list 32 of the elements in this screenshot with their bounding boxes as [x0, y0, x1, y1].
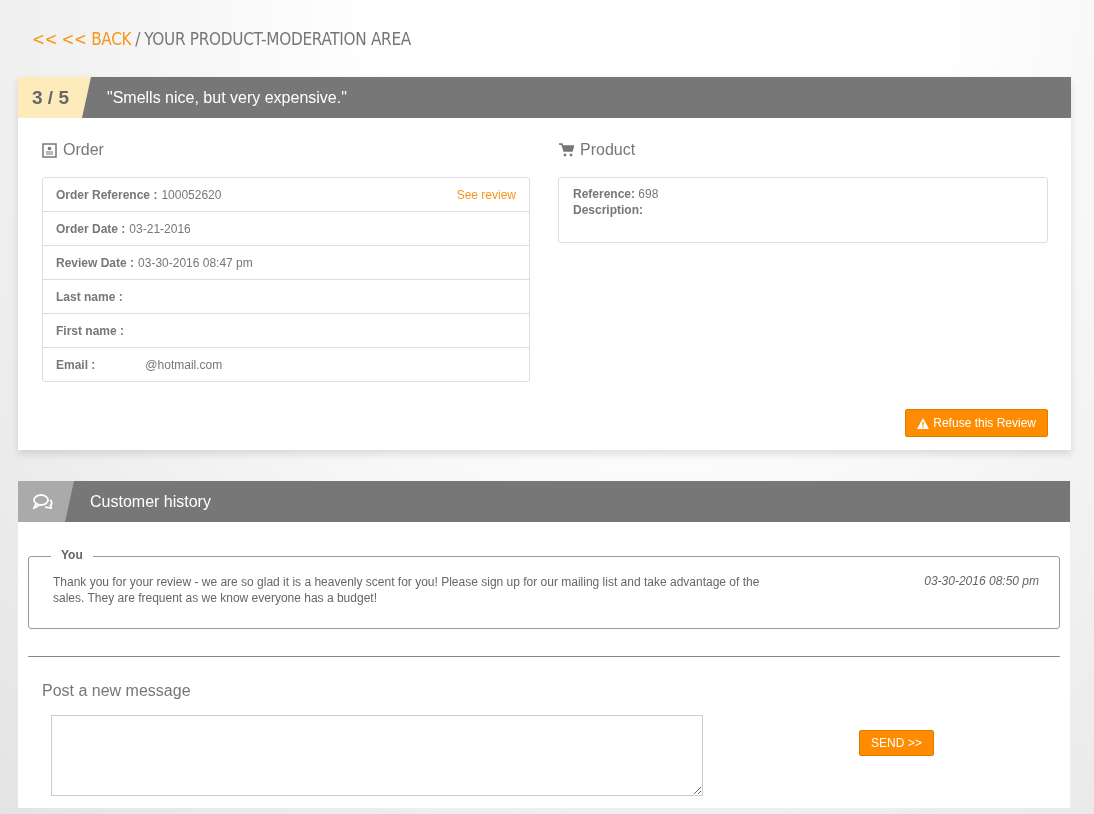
section-heading: Order: [63, 141, 104, 159]
field-label: First name :: [56, 323, 124, 338]
cart-icon: [558, 143, 574, 157]
chat-bubbles-icon: [33, 493, 53, 510]
field-label: Order Date :: [56, 221, 126, 236]
field-value: 100052620: [161, 187, 222, 202]
history-title: Customer history: [89, 492, 211, 511]
review-title: "Smells nice, but very expensive.": [106, 88, 347, 107]
field-label: Review Date :: [56, 255, 135, 270]
field-value: 03-30-2016 08:47 pm: [138, 255, 253, 270]
post-message-label: Post a new message: [42, 682, 192, 700]
rating-badge: 3 / 5: [18, 77, 91, 118]
field-label: Last name :: [56, 289, 123, 304]
product-field: Reference: 698: [573, 186, 1033, 202]
message-text: Thank you for your review - we are so glad it is a heavenly scent for you! Please sign up for our mailing list and take advantage of the sales. They are frequent as we know everyone has a budget!: [53, 574, 761, 606]
page-title: YOUR PRODUCT-MODERATION AREA: [144, 29, 411, 49]
section-heading: Product: [580, 141, 636, 159]
field-value: 03-21-2016: [129, 221, 191, 236]
field-label: Order Reference :: [56, 187, 158, 202]
send-button[interactable]: SEND >>: [859, 730, 934, 756]
see-review-link[interactable]: See review: [456, 187, 516, 202]
back-link[interactable]: << << BACK: [32, 29, 132, 49]
message-input-field[interactable]: [51, 715, 703, 796]
contact-card-icon: [42, 142, 57, 158]
warning-icon: [917, 417, 930, 429]
field-value: @hotmail.com: [145, 357, 223, 372]
field-label: Email :: [56, 357, 96, 372]
product-field: Description:: [573, 202, 1033, 218]
message-date: 03-30-2016 08:50 pm: [924, 574, 1039, 590]
message-author: You: [60, 548, 84, 564]
breadcrumb-separator: /: [135, 29, 141, 49]
refuse-review-button[interactable]: Refuse this Review: [905, 409, 1048, 437]
